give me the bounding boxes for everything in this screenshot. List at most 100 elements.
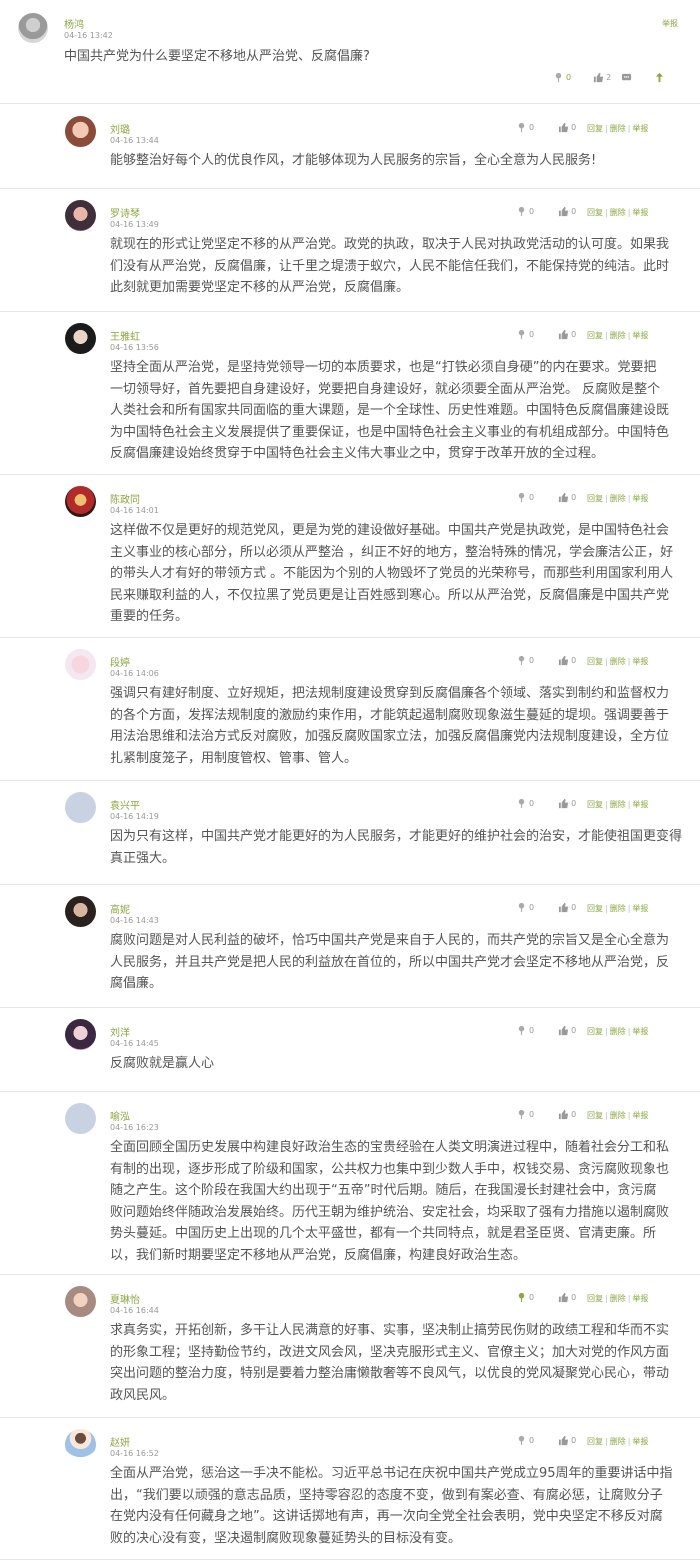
flower-icon[interactable] — [516, 1109, 527, 1120]
delete-link[interactable]: 删除 — [610, 1294, 626, 1303]
reply-link[interactable]: 回复 — [587, 124, 603, 133]
flower-icon[interactable] — [516, 122, 527, 133]
report-link[interactable]: 举报 — [632, 494, 648, 503]
avatar[interactable] — [65, 1286, 96, 1317]
delete-link[interactable]: 删除 — [610, 1437, 626, 1446]
reply-link[interactable]: 回复 — [587, 331, 603, 340]
reply-link[interactable]: 回复 — [587, 1437, 603, 1446]
avatar[interactable] — [65, 896, 96, 927]
post-author[interactable]: 杨鸿 — [64, 16, 84, 31]
report-link[interactable]: 举报 — [632, 331, 648, 340]
flower-icon[interactable] — [516, 1435, 527, 1446]
comment-author[interactable]: 高妮 — [110, 901, 130, 916]
flower-icon[interactable] — [516, 1025, 527, 1036]
comment-text-line: 的带头人才有好的带领方式 。不能因为个别的人物毁坏了党员的光荣称号，而那些利用国… — [110, 566, 674, 581]
thumbs-up-icon[interactable] — [558, 329, 569, 340]
separator: | — [605, 208, 608, 217]
report-link[interactable]: 举报 — [662, 18, 678, 29]
report-link[interactable]: 举报 — [632, 1437, 648, 1446]
delete-link[interactable]: 删除 — [610, 657, 626, 666]
comment-author[interactable]: 段婷 — [110, 654, 130, 669]
comment-icon[interactable] — [621, 72, 632, 83]
thumbs-up-icon[interactable] — [558, 798, 569, 809]
avatar[interactable] — [65, 116, 96, 147]
report-link[interactable]: 举报 — [632, 1294, 648, 1303]
thumbs-up-icon[interactable] — [558, 122, 569, 133]
reply-link[interactable]: 回复 — [587, 1111, 603, 1120]
comment-text-line: 求真务实，开拓创新，多干让人民满意的好事、实事，坚决制止搞劳民伤财的政绩工程和华… — [110, 1323, 670, 1338]
reply-link[interactable]: 回复 — [587, 800, 603, 809]
thumbs-up-icon[interactable] — [558, 492, 569, 503]
comment-author[interactable]: 袁兴平 — [110, 797, 140, 812]
like-count: 0 — [571, 123, 577, 132]
report-link[interactable]: 举报 — [632, 657, 648, 666]
flower-count: 0 — [529, 123, 535, 132]
reply-link[interactable]: 回复 — [587, 657, 603, 666]
report-link[interactable]: 举报 — [632, 904, 648, 913]
comment-text-line: 有制的出现，逐步形成了阶级和国家，公共权力也集中到少数人手中，权钱交易、贪污腐败… — [110, 1161, 670, 1177]
comment-author[interactable]: 刘璐 — [110, 121, 130, 136]
avatar[interactable] — [65, 486, 96, 517]
comment-author[interactable]: 喻泓 — [110, 1108, 130, 1123]
delete-link[interactable]: 删除 — [610, 208, 626, 217]
delete-link[interactable]: 删除 — [610, 1111, 626, 1120]
thumbs-up-icon[interactable] — [558, 1435, 569, 1446]
separator: | — [605, 1111, 608, 1120]
comment-author[interactable]: 王雅虹 — [110, 328, 140, 343]
flower-icon[interactable] — [516, 902, 527, 913]
thumbs-up-icon[interactable] — [558, 1025, 569, 1036]
avatar[interactable] — [65, 323, 96, 354]
avatar[interactable] — [65, 792, 96, 823]
avatar[interactable] — [18, 13, 48, 43]
avatar[interactable] — [65, 649, 96, 680]
comment-author[interactable]: 赵妍 — [110, 1434, 130, 1449]
comment-author[interactable]: 夏琳怡 — [110, 1291, 140, 1306]
thumbs-up-icon[interactable] — [558, 655, 569, 666]
avatar[interactable] — [65, 1429, 96, 1460]
reply-link[interactable]: 回复 — [587, 904, 603, 913]
separator: | — [627, 1437, 631, 1446]
comment-text-line: 主义事业的核心部分，所以必须从严整治 ，纠正不好的地方，整治特殊的情况，学会廉洁… — [110, 544, 674, 560]
delete-link[interactable]: 删除 — [610, 494, 626, 503]
delete-link[interactable]: 删除 — [610, 331, 626, 340]
flower-icon[interactable] — [553, 72, 564, 83]
delete-link[interactable]: 删除 — [610, 1027, 626, 1036]
top-arrow-icon[interactable] — [654, 72, 665, 83]
comment-text: 反腐败就是赢人心 — [110, 1053, 690, 1075]
flower-icon[interactable] — [516, 1292, 527, 1303]
thumbs-up-icon[interactable] — [558, 206, 569, 217]
reply-link[interactable]: 回复 — [587, 208, 603, 217]
flower-icon[interactable] — [516, 655, 527, 666]
delete-link[interactable]: 删除 — [610, 124, 626, 133]
avatar[interactable] — [65, 1103, 96, 1134]
reply-link[interactable]: 回复 — [587, 1294, 603, 1303]
like-count: 0 — [571, 1026, 577, 1035]
thumbs-up-icon[interactable] — [558, 902, 569, 913]
comment-author[interactable]: 罗诗琴 — [110, 205, 140, 220]
thumbs-up-icon[interactable] — [593, 72, 604, 83]
flower-icon[interactable] — [516, 206, 527, 217]
comment-text-line: 一切领导好，首先要把自身建设好，党要把自身建设好，就必须要全面从严治党。 反腐败… — [110, 381, 661, 397]
delete-link[interactable]: 删除 — [610, 904, 626, 913]
avatar[interactable] — [65, 200, 96, 231]
flower-icon[interactable] — [516, 329, 527, 340]
comment-actions: 回复 | 删除 | 举报 — [587, 123, 648, 134]
comment-author[interactable]: 陈政同 — [110, 491, 140, 506]
reply-link[interactable]: 回复 — [587, 1027, 603, 1036]
report-link[interactable]: 举报 — [632, 800, 648, 809]
flower-icon[interactable] — [516, 492, 527, 503]
comment-author[interactable]: 刘洋 — [110, 1024, 130, 1039]
post-time: 04-16 13:42 — [64, 31, 113, 40]
report-link[interactable]: 举报 — [632, 1027, 648, 1036]
avatar[interactable] — [65, 1019, 96, 1050]
reply-link[interactable]: 回复 — [587, 494, 603, 503]
report-link[interactable]: 举报 — [632, 208, 648, 217]
comment-text-line: 民来赚取利益的人，不仅拉黑了党员更是让百姓感到寒心。所以从严治党，反腐倡廉是中国… — [110, 587, 670, 603]
comment-text: 全面回顾全国历史发展中构建良好政治生态的宝贵经验在人类文明演进过程中，随着社会分… — [110, 1137, 690, 1266]
thumbs-up-icon[interactable] — [558, 1292, 569, 1303]
thumbs-up-icon[interactable] — [558, 1109, 569, 1120]
report-link[interactable]: 举报 — [632, 1111, 648, 1120]
delete-link[interactable]: 删除 — [610, 800, 626, 809]
report-link[interactable]: 举报 — [632, 124, 648, 133]
flower-icon[interactable] — [516, 798, 527, 809]
